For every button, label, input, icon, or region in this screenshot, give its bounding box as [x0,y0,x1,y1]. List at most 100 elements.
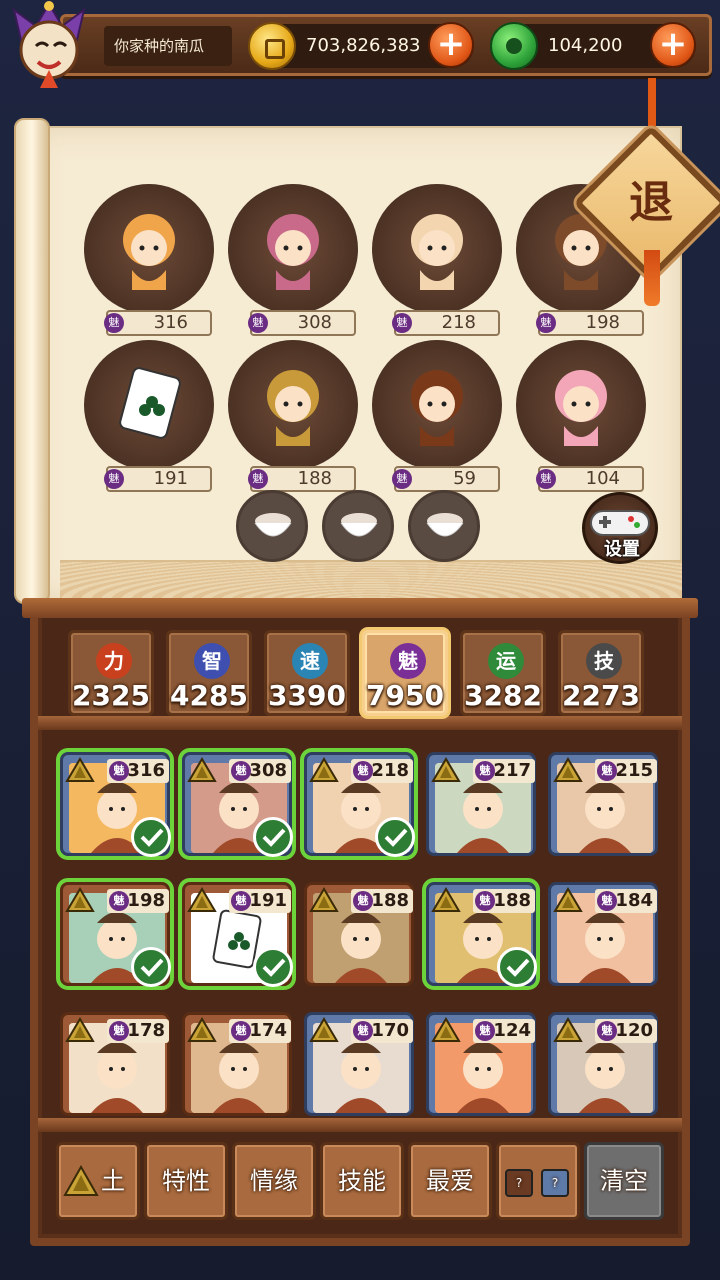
trait-filter-button[interactable]: 特性 [144,1142,228,1220]
hero-card[interactable]: 魅 188 [426,882,537,987]
skill-filter-button[interactable]: 技能 [320,1142,404,1220]
card-charm-tag: 魅 188 [473,889,535,913]
favorite-filter-button[interactable]: 最爱 [408,1142,492,1220]
hero-portrait [411,214,463,290]
stat-tab[interactable]: 速 3390 [264,630,350,716]
stat-tab[interactable]: 智 4285 [166,630,252,716]
charm-value: 316 [153,312,188,333]
charm-value: 198 [585,312,620,333]
earth-element-icon [187,757,217,782]
empty-slot-bowl[interactable] [322,490,394,562]
element-filter-button[interactable]: 土 [56,1142,140,1220]
hero-portrait [267,370,319,446]
hero-card[interactable]: 魅 170 [304,1012,414,1116]
formation-hero-slot[interactable]: 魅 218 [372,184,502,336]
empty-slot-bowl[interactable] [408,490,480,562]
empty-slot-bowl[interactable] [236,490,308,562]
stat-tab[interactable]: 运 3282 [460,630,546,716]
clear-button[interactable]: 清空 [584,1142,664,1220]
charm-tag: 魅 191 [104,466,212,492]
earth-element-icon [65,887,95,912]
stat-icon: 速 [292,643,328,679]
hero-card[interactable]: 魅 178 [60,1012,170,1116]
hero-card[interactable]: 魅 174 [182,1012,292,1116]
charm-tag: 魅 218 [392,310,500,336]
formation-hero-slot[interactable]: 魅 104 [516,340,646,492]
settings-label: 设置 [604,539,640,560]
card-charm-tag: 魅 198 [107,889,169,913]
hero-card[interactable]: 魅 188 [304,882,414,986]
card-charm-tag: 魅 174 [229,1019,291,1043]
exit-label[interactable]: 退 [596,148,706,258]
selected-check-icon [131,947,171,987]
stat-tab[interactable]: 力 2325 [68,630,154,716]
selected-check-icon [375,817,415,857]
hero-card[interactable]: 魅 184 [548,882,658,986]
stat-icon: 魅 [390,643,426,679]
earth-element-icon [309,1017,339,1042]
charm-badge-icon: 魅 [231,1021,251,1041]
fate-filter-button[interactable]: 情缘 [232,1142,316,1220]
charm-badge-icon: 魅 [353,891,373,911]
hero-card[interactable]: 魅 215 [548,752,658,856]
card-charm-value: 170 [371,1020,409,1041]
charm-badge-icon: 魅 [392,469,412,489]
charm-badge-icon: 魅 [353,761,373,781]
hero-card[interactable]: 魅 120 [548,1012,658,1116]
charm-badge-icon: 魅 [248,313,268,333]
card-charm-tag: 魅 120 [595,1019,657,1043]
unknown-a-icon: ? [505,1169,533,1197]
hero-card[interactable]: 魅 217 [426,752,536,856]
earth-element-icon [187,1017,217,1042]
hero-card[interactable]: 魅 308 [182,752,293,857]
add-jade-button[interactable]: + [650,22,696,68]
charm-badge-icon: 魅 [597,1021,617,1041]
charm-badge-icon: 魅 [597,891,617,911]
gold-value: 703,826,383 [306,35,421,56]
hero-card[interactable]: 魅 198 [60,882,171,987]
unknown-b-icon: ? [541,1169,569,1197]
stat-tab[interactable]: 技 2273 [558,630,644,716]
card-charm-value: 184 [615,890,653,911]
stat-icon: 智 [194,643,230,679]
stat-tab[interactable]: 魅 7950 [362,630,448,716]
charm-tag: 魅 59 [392,466,500,492]
card-charm-value: 188 [493,890,531,911]
earth-element-icon [553,887,583,912]
hero-card[interactable]: 魅 316 [60,752,171,857]
hero-portrait [119,367,181,439]
charm-value: 218 [441,312,476,333]
unknown-filter-button[interactable]: ? ? [496,1142,580,1220]
formation-hero-slot[interactable]: 魅 59 [372,340,502,492]
stat-icon: 运 [488,643,524,679]
card-charm-tag: 魅 124 [473,1019,535,1043]
formation-hero-slot[interactable]: 魅 316 [84,184,214,336]
stat-value: 2325 [72,679,150,712]
hero-portrait [555,370,607,446]
scroll-roller [14,118,50,604]
earth-element-icon [553,1017,583,1042]
stat-value: 4285 [170,679,248,712]
card-charm-tag: 魅 184 [595,889,657,913]
charm-badge-icon: 魅 [104,469,124,489]
gold-coin-icon [248,22,296,70]
gold-counter: 703,826,383 + [248,22,474,70]
charm-badge-icon: 魅 [475,761,495,781]
formation-hero-slot[interactable]: 魅 188 [228,340,358,492]
selected-check-icon [253,947,293,987]
cabinet-top [22,598,698,618]
player-avatar[interactable] [6,0,92,92]
earth-element-icon [187,887,217,912]
charm-badge-icon: 魅 [536,469,556,489]
charm-value: 104 [585,468,620,489]
card-charm-value: 316 [127,760,165,781]
formation-hero-slot[interactable]: 魅 191 [84,340,214,492]
formation-hero-slot[interactable]: 魅 308 [228,184,358,336]
jade-counter: 104,200 + [490,22,696,70]
hero-card[interactable]: 魅 124 [426,1012,536,1116]
earth-element-icon [431,757,461,782]
shelf-divider [38,1118,682,1132]
add-gold-button[interactable]: + [428,22,474,68]
hero-card[interactable]: 魅 191 [182,882,293,987]
hero-card[interactable]: 魅 218 [304,752,415,857]
